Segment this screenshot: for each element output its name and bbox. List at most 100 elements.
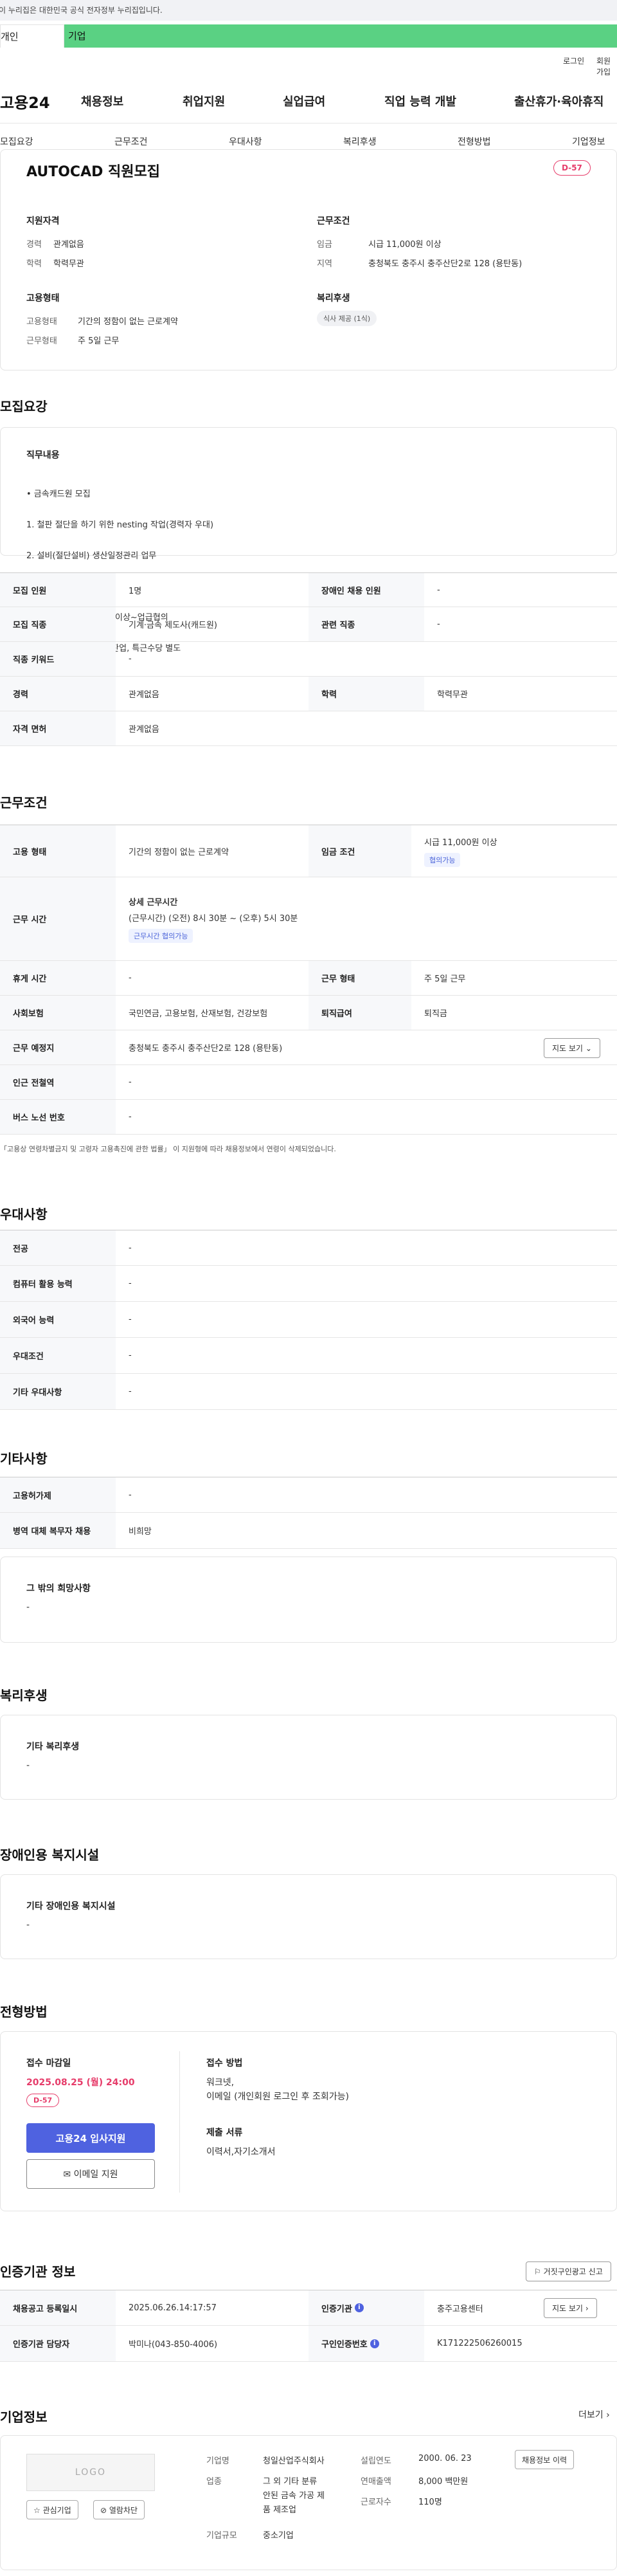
- disab-box: 기타 장애인용 복지시설 -: [0, 1874, 617, 1959]
- gnb-item-leave[interactable]: 출산휴가·육아휴직: [514, 93, 604, 109]
- wage-cond-value: 시급 11,000원 이상: [424, 837, 497, 848]
- military-value: 비희망: [129, 1527, 152, 1537]
- apply-button[interactable]: 고용24 입사지원: [26, 2123, 155, 2153]
- cert-manager-label: 인증기관 담당자: [0, 2326, 116, 2361]
- table-row: 모집 직종 기계·금속 제도사(캐드원) 관련 직종 -: [0, 607, 617, 642]
- site-logo[interactable]: 고용24: [0, 90, 50, 113]
- career-row-label: 경력: [0, 677, 116, 711]
- disabled-count-label: 장애인 채용 인원: [308, 573, 424, 607]
- industry-value-1: 그 외 기타 분류: [263, 2477, 317, 2487]
- pref-cond-label: 우대조건: [0, 1338, 116, 1373]
- hours-label: 근무 시간: [0, 877, 116, 960]
- severance-value: 퇴직금: [424, 1009, 447, 1019]
- info-icon[interactable]: i: [354, 2303, 364, 2312]
- tab-personal[interactable]: 개인: [0, 24, 64, 48]
- company-name-value: 청일산업주식회사: [263, 2456, 325, 2466]
- table-row: 전공 -: [0, 1230, 617, 1266]
- job-desc-line: 2. 설비(절단설비) 생산일정관리 업무: [26, 551, 157, 561]
- eps-value: -: [129, 1490, 132, 1500]
- pref-cond-value: -: [129, 1351, 132, 1360]
- career-label: 경력: [26, 240, 42, 250]
- summary-card: AUTOCAD 직원모집 D-57 지원자격 경력 관계없음 학력 학력무관 고…: [0, 149, 617, 370]
- selection-dday-badge: D-57: [26, 2094, 60, 2107]
- favorite-company-button[interactable]: ☆ 관심기업: [26, 2500, 78, 2519]
- gov-notice-text: 이 누리집은 대한민국 공식 전자정부 누리집입니다.: [0, 6, 163, 15]
- block-company-button[interactable]: ⊘ 열람차단: [93, 2500, 145, 2519]
- anchor-work[interactable]: 근무조건: [114, 135, 148, 148]
- email-apply-button[interactable]: ✉ 이메일 지원: [26, 2159, 155, 2189]
- job-keyword-value: -: [129, 654, 132, 664]
- job-history-button[interactable]: 채용정보 이력: [515, 2450, 575, 2469]
- company-more-link[interactable]: 더보기 ›: [578, 2408, 610, 2421]
- industry-value-2: 안된 금속 가공 제: [263, 2491, 325, 2501]
- bus-label: 버스 노선 번호: [0, 1100, 116, 1134]
- recruit-count-label: 모집 인원: [0, 573, 116, 607]
- major-label: 전공: [0, 1230, 116, 1265]
- table-row: 자격 면허 관계없음: [0, 711, 617, 746]
- workplace-map-button[interactable]: 지도 보기 ⌄: [544, 1038, 600, 1058]
- anchor-welfare[interactable]: 복리후생: [343, 135, 377, 148]
- etc-section-title: 기타사항: [0, 1451, 48, 1466]
- star-icon: ☆: [33, 2505, 40, 2515]
- job-desc-line: 1. 철판 절단을 하기 위한 nesting 작업(경력자 우대): [26, 520, 214, 530]
- anchor-company[interactable]: 기업정보: [572, 135, 605, 148]
- workplace-label: 근무 예정지: [0, 1030, 116, 1064]
- mail-icon: ✉: [63, 2170, 71, 2180]
- gov-notice-bar: 이 누리집은 대한민국 공식 전자정부 누리집입니다.: [0, 0, 617, 21]
- recruit-section-title: 모집요강: [0, 399, 48, 414]
- disab-section-title: 장애인용 복지시설: [0, 1847, 100, 1863]
- login-link[interactable]: 로그인: [563, 55, 584, 66]
- job-keyword-label: 직종 키워드: [0, 642, 116, 676]
- disab-etc-heading: 기타 장애인용 복지시설: [26, 1901, 116, 1912]
- tab-company[interactable]: 기업: [64, 24, 617, 48]
- founded-label: 설립연도: [361, 2456, 391, 2466]
- qual-heading: 지원자격: [26, 216, 60, 226]
- anchor-recruit[interactable]: 모집요강: [0, 135, 33, 148]
- welfare-etc-value: -: [26, 1760, 30, 1771]
- chevron-down-icon: ⌄: [585, 1044, 592, 1053]
- hours-detail-heading: 상세 근무시간: [129, 897, 178, 908]
- language-label: 외국어 능력: [0, 1302, 116, 1337]
- wage-cond-label: 임금 조건: [308, 825, 411, 877]
- anchor-pref[interactable]: 우대사항: [229, 135, 262, 148]
- anchor-selection[interactable]: 전형방법: [458, 135, 491, 148]
- table-row: 외국어 능력 -: [0, 1302, 617, 1338]
- wage-negotiable-tag: 협의가능: [424, 852, 461, 867]
- table-row: 근무 예정지 충청북도 충주시 충주산단2로 128 (용탄동) 지도 보기 ⌄: [0, 1030, 617, 1065]
- region-label: 지역: [317, 259, 332, 269]
- worktype-row-label: 근무 형태: [308, 961, 411, 995]
- table-row: 버스 노선 번호 -: [0, 1100, 617, 1135]
- false-ad-report-button[interactable]: ⚐ 거짓구인광고 신고: [526, 2261, 611, 2281]
- emp-label: 고용형태: [26, 317, 57, 327]
- cert-section-title: 인증기관 정보: [0, 2264, 76, 2279]
- edu-row-label: 학력: [308, 677, 424, 711]
- employees-value: 110명: [418, 2498, 442, 2507]
- signup-link[interactable]: 회원가입: [596, 55, 617, 77]
- method-value-1: 워크넷,: [206, 2078, 235, 2088]
- license-label: 자격 면허: [0, 711, 116, 745]
- deadline-heading: 접수 마감일: [26, 2058, 71, 2069]
- company-size-label: 기업규모: [206, 2531, 237, 2541]
- edu-label: 학력: [26, 259, 42, 269]
- table-row: 병역 대체 복무자 채용 비희망: [0, 1513, 617, 1549]
- docs-heading: 제출 서류: [206, 2128, 243, 2138]
- company-name-label: 기업명: [206, 2456, 229, 2466]
- gnb-item-jobs[interactable]: 채용정보: [81, 93, 123, 109]
- cert-map-label: 지도 보기: [552, 2304, 583, 2313]
- email-apply-label: 이메일 지원: [73, 2170, 118, 2180]
- table-row: 고용 형태 기간의 정함이 없는 근로계약 임금 조건 시급 11,000원 이…: [0, 825, 617, 877]
- cert-id-label-text: 구인인증번호: [321, 2340, 368, 2350]
- emp-type-label: 고용 형태: [0, 825, 116, 877]
- gnb-item-training[interactable]: 직업 능력 개발: [384, 93, 456, 109]
- selection-section-title: 전형방법: [0, 2004, 48, 2020]
- table-row: 기타 우대사항 -: [0, 1374, 617, 1410]
- table-row: 채용공고 등록일시 2025.06.26.14:17:57 인증기관 i 충주고용…: [0, 2290, 617, 2326]
- gnb-item-employment-support[interactable]: 취업지원: [183, 93, 225, 109]
- info-icon[interactable]: i: [370, 2339, 379, 2348]
- age-law-note: 「고용상 연령차별금지 및 고령자 고용촉진에 관한 법률」 이 지원형에 따라…: [0, 1145, 336, 1153]
- gnb-item-unemployment[interactable]: 실업급여: [283, 93, 325, 109]
- cert-map-button[interactable]: 지도 보기 ›: [544, 2298, 597, 2318]
- career-row-value: 관계없음: [129, 690, 159, 700]
- hours-cell: 상세 근무시간 (근무시간) (오전) 8시 30분 ~ (오후) 5시 30분…: [129, 877, 298, 960]
- bus-value: -: [129, 1112, 132, 1122]
